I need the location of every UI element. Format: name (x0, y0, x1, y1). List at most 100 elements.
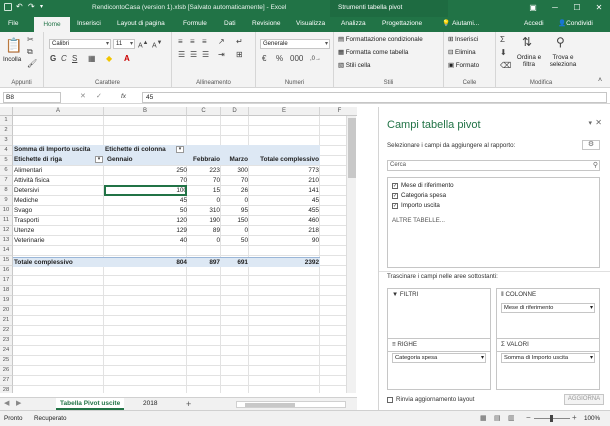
pivot-value-cell[interactable]: 26 (221, 186, 248, 195)
wrap-text-icon[interactable]: ↵ (236, 37, 243, 47)
row-header[interactable]: 5 (0, 156, 13, 166)
decimal-icon[interactable]: ,0→ (310, 54, 321, 64)
tab-formulas[interactable]: Formule (181, 17, 209, 32)
align-middle-icon[interactable]: ≡ (190, 37, 195, 47)
zoom-level[interactable]: 100% (584, 415, 600, 422)
pivot-value-cell[interactable]: 218 (249, 226, 319, 235)
format-painter-icon[interactable]: 🖌 (27, 59, 37, 69)
redo-icon[interactable]: ↷ (28, 3, 36, 11)
values-area[interactable]: Σ VALORI Somma di Importo uscita (496, 338, 600, 390)
row-header[interactable]: 28 (0, 386, 13, 393)
pane-options-icon[interactable]: ▾ (588, 119, 592, 127)
save-icon[interactable] (4, 3, 12, 11)
field-item-amount[interactable]: ✓ Importo uscita (392, 202, 440, 209)
formula-input[interactable]: 45 (142, 92, 607, 103)
font-color-icon[interactable]: A (124, 54, 130, 64)
row-header[interactable]: 13 (0, 236, 13, 246)
row-header[interactable]: 16 (0, 266, 13, 276)
percent-icon[interactable]: % (276, 54, 283, 64)
field-checkbox-checked[interactable]: ✓ (392, 192, 398, 199)
ribbon-display-options-icon[interactable]: ▣ (522, 0, 544, 17)
zoom-out-icon[interactable]: − (526, 413, 531, 422)
pivot-value-cell[interactable]: 773 (249, 166, 319, 175)
zoom-in-icon[interactable]: + (572, 413, 577, 422)
columns-field-pill[interactable]: Mese di riferimento (501, 303, 595, 313)
font-size-combo[interactable]: 11 (113, 39, 135, 49)
vertical-scrollbar[interactable] (346, 116, 356, 393)
row-filter-dropdown[interactable]: ▾ (95, 156, 103, 163)
pivot-value-cell[interactable]: 40 (105, 236, 187, 245)
row-header[interactable]: 27 (0, 376, 13, 386)
row-header[interactable]: 22 (0, 326, 13, 336)
share-button[interactable]: 👤Condividi (556, 17, 595, 32)
pivot-value-cell[interactable]: 90 (249, 236, 319, 245)
sheet-tab[interactable]: 2018 (139, 398, 161, 410)
sign-in-link[interactable]: Accedi (522, 17, 546, 32)
page-break-view-icon[interactable]: ▥ (508, 414, 515, 422)
row-header[interactable]: 15 (0, 256, 13, 266)
pivot-value-cell[interactable]: 129 (105, 226, 187, 235)
pivot-value-cell[interactable]: 455 (249, 206, 319, 215)
row-header[interactable]: 25 (0, 356, 13, 366)
sort-filter-button[interactable]: Ordina e filtra (514, 54, 544, 68)
align-left-icon[interactable]: ☰ (178, 50, 185, 60)
name-box[interactable]: B8 (3, 92, 61, 103)
pivot-value-cell[interactable]: 89 (186, 226, 220, 235)
pivot-value-cell[interactable]: 223 (186, 166, 220, 175)
row-header[interactable]: 3 (0, 136, 13, 146)
field-search-input[interactable]: Cerca (387, 160, 600, 171)
field-item-category[interactable]: ✓ Categoria spesa (392, 192, 446, 199)
align-center-icon[interactable]: ☰ (190, 50, 197, 60)
row-header[interactable]: 7 (0, 176, 13, 186)
format-cells-button[interactable]: ▣ Formato (448, 62, 479, 69)
sheet-scroll-right-icon[interactable]: ▶ (16, 399, 21, 407)
zoom-slider-thumb[interactable] (550, 415, 553, 422)
page-layout-view-icon[interactable]: ▤ (494, 414, 501, 422)
row-header[interactable]: 2 (0, 126, 13, 136)
pivot-value-cell[interactable]: 50 (221, 236, 248, 245)
pivot-value-cell[interactable]: 95 (221, 206, 248, 215)
row-header[interactable]: 9 (0, 196, 13, 206)
update-button[interactable]: AGGIORNA (564, 394, 604, 405)
cell-styles-button[interactable]: ▧ Stili cella (338, 62, 371, 69)
pivot-value-cell[interactable]: 141 (249, 186, 319, 195)
column-header[interactable]: B (104, 107, 187, 116)
font-name-combo[interactable]: Calibri (49, 39, 111, 49)
copy-icon[interactable]: ⧉ (27, 47, 33, 57)
pivot-value-cell[interactable]: 250 (105, 166, 187, 175)
row-header[interactable]: 18 (0, 286, 13, 296)
tab-home[interactable]: Home (34, 17, 70, 32)
italic-icon[interactable]: C (61, 54, 67, 64)
align-right-icon[interactable]: ☰ (202, 50, 209, 60)
select-all-corner[interactable] (0, 107, 13, 116)
paste-button[interactable]: Incolla (3, 56, 21, 63)
row-header[interactable]: 8 (0, 186, 13, 196)
pivot-value-cell[interactable]: 210 (249, 176, 319, 185)
format-as-table-button[interactable]: ▦ Formatta come tabella (338, 49, 408, 56)
pivot-value-cell[interactable]: 190 (186, 216, 220, 225)
horizontal-scroll-thumb[interactable] (245, 403, 295, 407)
pivot-value-cell[interactable]: 150 (221, 216, 248, 225)
find-select-button[interactable]: Trova e seleziona (546, 54, 580, 68)
fill-icon[interactable]: ⬇ (500, 48, 507, 58)
row-header[interactable]: 26 (0, 366, 13, 376)
normal-view-icon[interactable]: ▦ (480, 414, 487, 422)
defer-update-option[interactable]: Rinvia aggiornamento layout (387, 396, 474, 403)
new-sheet-button[interactable]: + (182, 398, 195, 410)
field-item-month[interactable]: ✓ Mese di riferimento (392, 182, 454, 189)
borders-icon[interactable]: ▦ (88, 54, 96, 64)
pivot-value-cell[interactable]: 120 (105, 216, 187, 225)
row-header[interactable]: 21 (0, 316, 13, 326)
sort-filter-icon[interactable]: ⇅ (522, 35, 532, 49)
column-header[interactable]: D (221, 107, 249, 116)
pivot-value-cell[interactable]: 45 (105, 196, 187, 205)
pivot-value-cell[interactable]: 460 (249, 216, 319, 225)
tab-data[interactable]: Dati (222, 17, 238, 32)
zoom-slider[interactable] (534, 415, 570, 422)
cut-icon[interactable]: ✂ (27, 35, 34, 45)
insert-function-button[interactable]: fx (121, 93, 126, 100)
autosum-icon[interactable]: Σ (500, 35, 505, 45)
row-header[interactable]: 12 (0, 226, 13, 236)
pivot-value-cell[interactable]: 0 (221, 196, 248, 205)
number-format-combo[interactable]: Generale (260, 39, 330, 49)
